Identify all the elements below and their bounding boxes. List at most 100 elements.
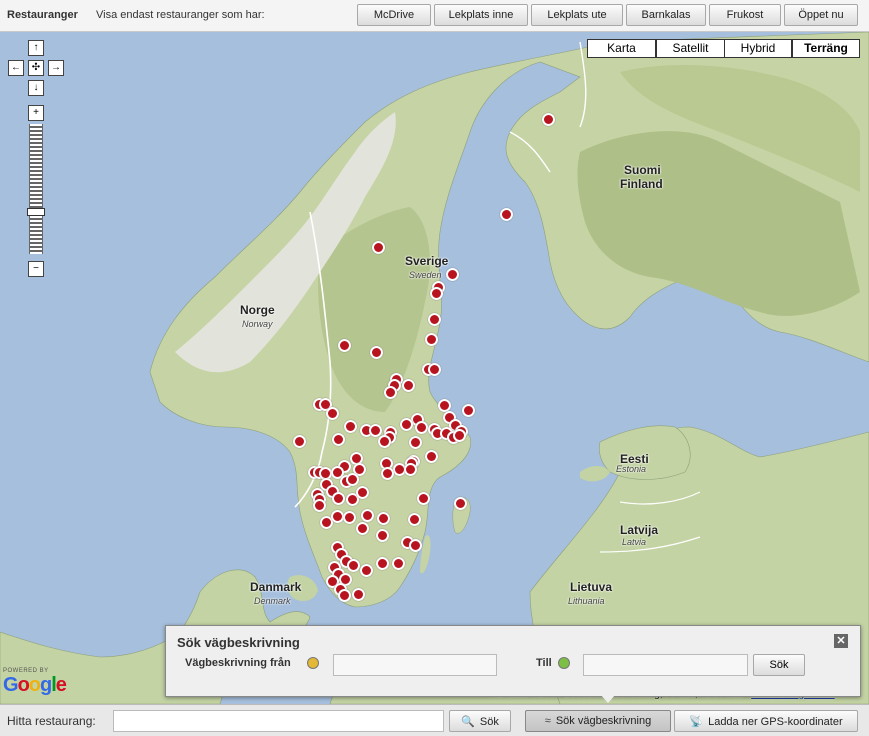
- magnifier-icon: 🔍: [461, 715, 475, 728]
- pan-right-icon[interactable]: →: [48, 60, 64, 76]
- pan-center-icon[interactable]: ✣: [28, 60, 44, 76]
- label-latvija: Latvija: [620, 523, 659, 537]
- search-bar: Hitta restaurang: 🔍 Sök ≈ Sök vägbeskrivni…: [0, 704, 869, 736]
- restaurant-marker[interactable]: [338, 339, 351, 352]
- restaurant-marker[interactable]: [360, 564, 373, 577]
- close-icon[interactable]: ✕: [834, 634, 848, 648]
- find-search-label: Sök: [479, 715, 499, 728]
- pan-down-icon[interactable]: ↓: [28, 80, 44, 96]
- to-label: Till: [536, 657, 552, 669]
- restaurant-marker[interactable]: [338, 589, 351, 602]
- restaurant-marker[interactable]: [417, 492, 430, 505]
- google-wordmark: Google: [3, 674, 67, 696]
- restaurant-marker[interactable]: [415, 421, 428, 434]
- restaurant-marker[interactable]: [404, 463, 417, 476]
- restaurant-marker[interactable]: [352, 588, 365, 601]
- restaurant-marker[interactable]: [409, 436, 422, 449]
- restaurant-marker[interactable]: [313, 499, 326, 512]
- restaurant-marker[interactable]: [332, 433, 345, 446]
- restaurant-marker[interactable]: [408, 513, 421, 526]
- restaurant-marker[interactable]: [425, 333, 438, 346]
- from-label: Vägbeskrivning från: [185, 657, 291, 669]
- restaurant-marker[interactable]: [377, 512, 390, 525]
- filter-lekplats-inne-button[interactable]: Lekplats inne: [434, 4, 528, 26]
- restaurant-marker[interactable]: [542, 113, 555, 126]
- directions-title: Sök vägbeskrivning: [177, 635, 300, 650]
- satellite-icon: 📡: [689, 715, 704, 728]
- restaurant-marker[interactable]: [428, 313, 441, 326]
- restaurant-marker[interactable]: [500, 208, 513, 221]
- label-norway: Norway: [242, 319, 273, 329]
- zoom-slider-track[interactable]: [29, 124, 43, 254]
- restaurant-marker[interactable]: [293, 435, 306, 448]
- zoom-slider-handle[interactable]: [27, 208, 45, 216]
- find-search-button[interactable]: 🔍 Sök: [449, 710, 511, 732]
- restaurant-marker[interactable]: [344, 420, 357, 433]
- directions-search-button[interactable]: Sök: [753, 654, 805, 676]
- filter-oppet-nu-button[interactable]: Öppet nu: [784, 4, 858, 26]
- label-finland: Finland: [620, 177, 663, 191]
- zoom-in-icon[interactable]: +: [28, 105, 44, 121]
- pan-up-icon[interactable]: ↑: [28, 40, 44, 56]
- to-field[interactable]: [583, 654, 748, 676]
- restaurant-marker[interactable]: [453, 429, 466, 442]
- restaurant-marker[interactable]: [400, 418, 413, 431]
- maptype-karta-button[interactable]: Karta: [587, 39, 656, 58]
- section-title: Restauranger: [7, 9, 78, 21]
- panel-pointer: [600, 694, 616, 703]
- restaurant-marker[interactable]: [446, 268, 459, 281]
- label-denmark: Denmark: [254, 596, 291, 606]
- restaurant-marker[interactable]: [332, 492, 345, 505]
- restaurant-marker[interactable]: [378, 435, 391, 448]
- restaurant-marker[interactable]: [381, 467, 394, 480]
- restaurant-marker[interactable]: [376, 557, 389, 570]
- filter-lekplats-ute-button[interactable]: Lekplats ute: [531, 4, 623, 26]
- restaurant-marker[interactable]: [346, 473, 359, 486]
- gps-download-button[interactable]: 📡 Ladda ner GPS-koordinater: [674, 710, 858, 732]
- filter-hint: Visa endast restauranger som har:: [96, 9, 265, 21]
- route-icon: ≈: [544, 715, 551, 727]
- maptype-hybrid-button[interactable]: Hybrid: [724, 39, 792, 58]
- restaurant-marker[interactable]: [356, 486, 369, 499]
- directions-panel: Sök vägbeskrivning ✕ Vägbeskrivning från…: [165, 625, 861, 703]
- label-lietuva: Lietuva: [570, 580, 613, 594]
- restaurant-marker[interactable]: [454, 497, 467, 510]
- restaurant-marker[interactable]: [384, 386, 397, 399]
- label-estonia: Estonia: [616, 464, 647, 474]
- maptype-terrang-button[interactable]: Terräng: [792, 39, 860, 58]
- filter-mcdrive-button[interactable]: McDrive: [357, 4, 431, 26]
- from-marker-icon: [307, 657, 319, 669]
- directions-toggle-label: Sök vägbeskrivning: [555, 715, 652, 727]
- find-label: Hitta restaurang:: [7, 714, 96, 728]
- filter-frukost-button[interactable]: Frukost: [709, 4, 781, 26]
- directions-toggle-button[interactable]: ≈ Sök vägbeskrivning: [525, 710, 671, 732]
- maptype-satellit-button[interactable]: Satellit: [656, 39, 725, 58]
- to-marker-icon: [558, 657, 570, 669]
- find-restaurant-input[interactable]: [113, 710, 444, 732]
- restaurant-marker[interactable]: [361, 509, 374, 522]
- restaurant-marker[interactable]: [425, 450, 438, 463]
- restaurant-marker[interactable]: [326, 407, 339, 420]
- pan-left-icon[interactable]: ←: [8, 60, 24, 76]
- restaurant-marker[interactable]: [428, 363, 441, 376]
- restaurant-marker[interactable]: [370, 346, 383, 359]
- map-canvas[interactable]: Karta Satellit Hybrid Terräng ↑ ← ✣ → ↓ …: [0, 32, 869, 704]
- restaurant-marker[interactable]: [430, 287, 443, 300]
- restaurant-marker[interactable]: [376, 529, 389, 542]
- filter-bar: Restauranger Visa endast restauranger so…: [0, 0, 869, 32]
- google-logo[interactable]: POWERED BY Google: [3, 668, 67, 697]
- restaurant-marker[interactable]: [372, 241, 385, 254]
- restaurant-marker[interactable]: [409, 539, 422, 552]
- restaurant-marker[interactable]: [356, 522, 369, 535]
- zoom-out-icon[interactable]: −: [28, 261, 44, 277]
- restaurant-marker[interactable]: [343, 511, 356, 524]
- label-sweden: Sweden: [409, 270, 442, 280]
- from-field[interactable]: [333, 654, 497, 676]
- restaurant-marker[interactable]: [392, 557, 405, 570]
- restaurant-marker[interactable]: [462, 404, 475, 417]
- filter-barnkalas-button[interactable]: Barnkalas: [626, 4, 706, 26]
- label-latvia: Latvia: [622, 537, 647, 547]
- restaurant-marker[interactable]: [347, 559, 360, 572]
- label-suomi: Suomi: [624, 163, 661, 177]
- restaurant-marker[interactable]: [402, 379, 415, 392]
